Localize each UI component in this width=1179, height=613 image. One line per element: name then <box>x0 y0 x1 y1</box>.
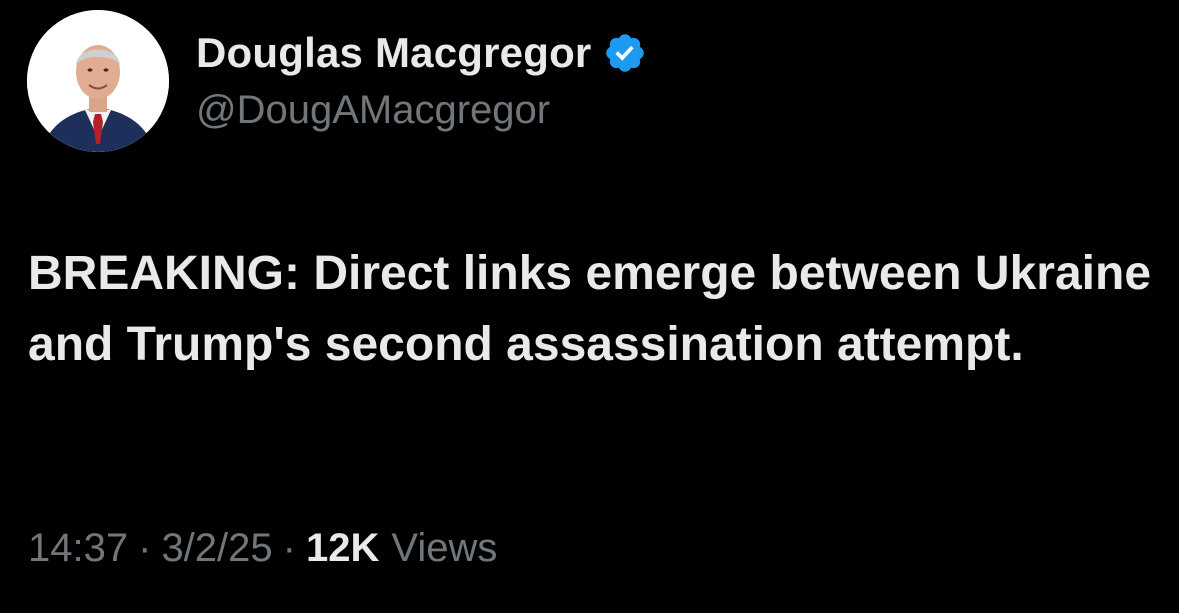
avatar-photo <box>27 10 169 152</box>
views-label: Views <box>391 526 498 570</box>
tweet-card: Douglas Macgregor @DougAMacgregor BREAKI… <box>0 0 1179 613</box>
author-handle[interactable]: @DougAMacgregor <box>196 88 550 133</box>
separator-dot: · <box>138 526 152 570</box>
avatar[interactable] <box>27 10 169 152</box>
verified-badge-icon[interactable] <box>603 31 647 75</box>
views-count[interactable]: 12K <box>306 526 379 571</box>
author-name-row: Douglas Macgregor <box>196 28 647 78</box>
separator-dot: · <box>282 526 296 570</box>
tweet-time[interactable]: 14:37 <box>28 526 128 571</box>
tweet-metadata: 14:37 · 3/2/25 · 12K Views <box>28 526 497 571</box>
tweet-date[interactable]: 3/2/25 <box>161 526 272 571</box>
tweet-text: BREAKING: Direct links emerge between Uk… <box>28 247 1152 371</box>
author-display-name[interactable]: Douglas Macgregor <box>196 29 591 77</box>
